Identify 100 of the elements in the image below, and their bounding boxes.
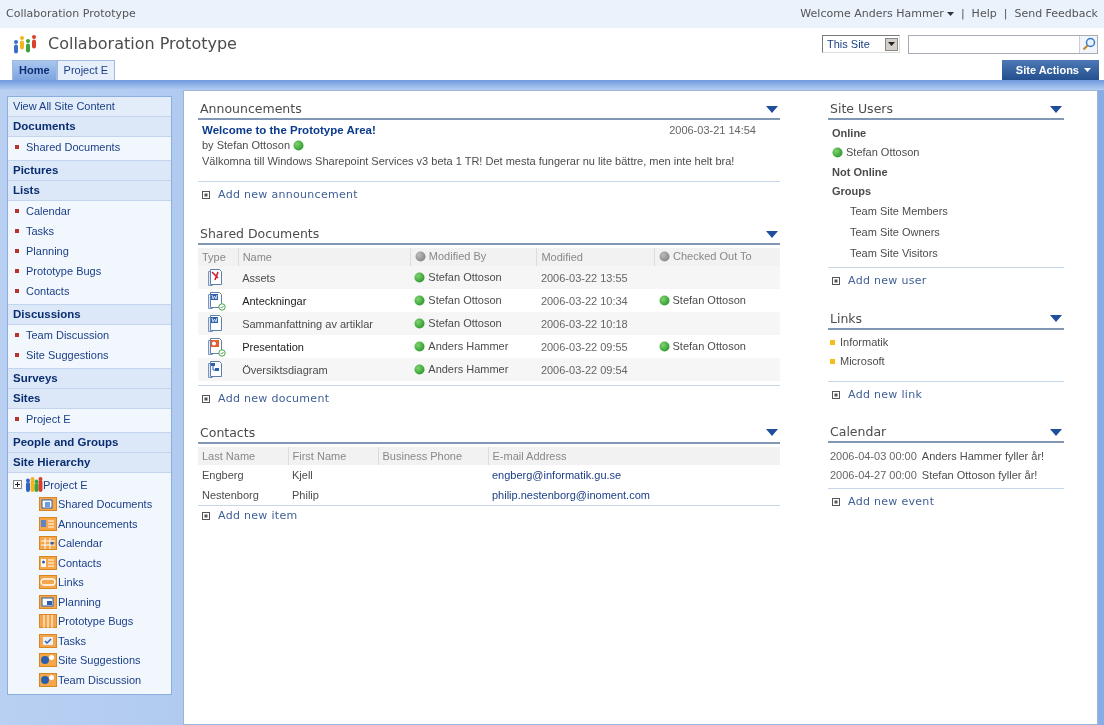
view-all-link[interactable]: View All Site Content bbox=[8, 97, 171, 117]
top-link[interactable]: Help bbox=[971, 6, 997, 22]
site-actions-button[interactable]: Site Actions bbox=[1001, 60, 1099, 80]
modified-date: 2006-03-22 10:34 bbox=[536, 289, 655, 313]
presence-icon bbox=[832, 146, 843, 158]
tree-item[interactable]: Tasks bbox=[58, 633, 87, 648]
contact-link[interactable]: Engberg bbox=[202, 468, 244, 481]
bullet-icon bbox=[15, 289, 19, 293]
announcement-body: Välkomna till Windows Sharepoint Services v3 beta 1 TR! Det mesta fungerar nu lite bättre, men inte helt bra! bbox=[202, 154, 736, 169]
table-cell: engberg@informatik.gu.se bbox=[488, 464, 780, 485]
add-link[interactable]: Add new document bbox=[218, 392, 330, 407]
dropdown-arrow-icon bbox=[1050, 428, 1062, 436]
nav-item[interactable]: Shared Documents bbox=[8, 137, 171, 157]
link-item[interactable]: Informatik bbox=[840, 335, 889, 350]
contact-list-icon bbox=[39, 555, 57, 570]
document-link[interactable]: Presentation bbox=[242, 340, 304, 353]
nav-item[interactable]: Site Suggestions bbox=[8, 345, 171, 365]
dropdown-arrow-icon bbox=[1050, 315, 1062, 323]
user-link[interactable]: Stefan Ottoson bbox=[846, 145, 920, 160]
nav-tab[interactable]: Home bbox=[12, 60, 57, 80]
bullet-icon bbox=[15, 333, 19, 337]
event-date: 2006-04-03 00:00 bbox=[830, 448, 917, 463]
tree-item[interactable]: Planning bbox=[58, 594, 101, 609]
nav-heading[interactable]: Sites bbox=[8, 389, 171, 409]
nav-heading[interactable]: Pictures bbox=[8, 161, 171, 181]
user-link[interactable]: Anders Hammer bbox=[428, 338, 509, 354]
presence-icon bbox=[414, 294, 426, 306]
bullet-icon bbox=[830, 358, 835, 364]
user-link[interactable]: Stefan Ottoson bbox=[672, 338, 746, 354]
expand-icon[interactable] bbox=[13, 480, 22, 490]
group-link[interactable]: Team Site Owners bbox=[850, 224, 940, 239]
add-icon bbox=[832, 390, 840, 399]
table-cell-text: Philip bbox=[291, 487, 320, 503]
nav-heading[interactable]: Documents bbox=[8, 117, 171, 137]
group-link[interactable]: Team Site Visitors bbox=[850, 245, 938, 260]
add-icon bbox=[202, 512, 210, 520]
event-link[interactable]: Anders Hammer fyller år! bbox=[921, 448, 1045, 463]
tree-item[interactable]: Contacts bbox=[58, 555, 102, 570]
bullet-icon bbox=[15, 229, 19, 233]
user-link[interactable]: Stefan Ottoson bbox=[428, 292, 502, 308]
nav-item[interactable]: Planning bbox=[8, 241, 171, 261]
calendar-icon bbox=[39, 536, 57, 551]
modified-date: 2006-03-22 13:55 bbox=[536, 266, 655, 290]
tree-item[interactable]: Links bbox=[58, 575, 84, 590]
add-link[interactable]: Add new event bbox=[848, 495, 935, 510]
dropdown-arrow-icon bbox=[766, 105, 778, 113]
nav-heading[interactable]: Surveys bbox=[8, 369, 171, 389]
event-date: 2006-04-27 00:00 bbox=[830, 467, 917, 482]
nav-item[interactable]: Project E bbox=[8, 409, 171, 429]
section-title: Calendar bbox=[830, 424, 887, 441]
link-item[interactable]: Microsoft bbox=[840, 354, 885, 369]
section-title: Shared Documents bbox=[200, 226, 320, 243]
add-icon bbox=[202, 190, 210, 199]
contact-link[interactable]: Nestenborg bbox=[202, 488, 259, 501]
tree-item[interactable]: Prototype Bugs bbox=[58, 614, 134, 629]
announcement-title[interactable]: Welcome to the Prototype Area! bbox=[202, 123, 376, 139]
bullet-icon bbox=[15, 269, 19, 273]
scope-dropdown[interactable]: This Site bbox=[822, 35, 900, 53]
author-link[interactable]: Stefan Ottoson bbox=[216, 138, 290, 153]
user-link[interactable]: Stefan Ottoson bbox=[672, 292, 746, 308]
add-link[interactable]: Add new item bbox=[218, 508, 298, 524]
nav-item[interactable]: Calendar bbox=[8, 201, 171, 221]
nav-item[interactable]: Prototype Bugs bbox=[8, 261, 171, 281]
event-link[interactable]: Stefan Ottoson fyller år! bbox=[921, 467, 1038, 482]
modified-date: 2006-03-22 10:18 bbox=[536, 312, 655, 336]
bullet-icon bbox=[15, 353, 19, 357]
status-heading: Not Online bbox=[831, 164, 889, 180]
nav-tab[interactable]: Project E bbox=[56, 60, 116, 80]
welcome-menu[interactable]: Welcome Anders Hammer bbox=[800, 6, 954, 22]
tree-item[interactable]: Project E bbox=[43, 477, 88, 492]
nav-heading[interactable]: Lists bbox=[8, 181, 171, 201]
group-link[interactable]: Team Site Members bbox=[850, 203, 948, 218]
presence-icon bbox=[414, 271, 426, 283]
nav-heading[interactable]: Site Hierarchy bbox=[8, 453, 171, 473]
add-link[interactable]: Add new link bbox=[848, 387, 923, 403]
link-icon bbox=[39, 575, 57, 590]
tree-item[interactable]: Site Suggestions bbox=[58, 653, 141, 668]
section-title: Site Users bbox=[830, 101, 893, 118]
bullet-icon bbox=[15, 209, 19, 213]
modified-date: 2006-03-22 09:55 bbox=[536, 335, 655, 359]
tree-item[interactable]: Calendar bbox=[58, 536, 103, 551]
top-link[interactable]: Send Feedback bbox=[1014, 6, 1098, 22]
nav-item[interactable]: Tasks bbox=[8, 221, 171, 241]
nav-item[interactable]: Contacts bbox=[8, 281, 171, 301]
groups-heading: Groups bbox=[831, 183, 873, 199]
tree-item[interactable]: Shared Documents bbox=[58, 497, 153, 512]
nav-item[interactable]: Team Discussion bbox=[8, 325, 171, 345]
nav-heading[interactable]: Discussions bbox=[8, 305, 171, 325]
site-breadcrumb[interactable]: Collaboration Prototype bbox=[6, 6, 136, 22]
document-link[interactable]: Anteckningar bbox=[242, 294, 307, 307]
presence-icon bbox=[658, 294, 670, 306]
add-link[interactable]: Add new announcement bbox=[218, 187, 358, 203]
nav-heading[interactable]: People and Groups bbox=[8, 433, 171, 453]
people-logo-icon bbox=[12, 33, 38, 55]
add-link[interactable]: Add new user bbox=[848, 274, 927, 289]
tree-item[interactable]: Team Discussion bbox=[58, 672, 142, 687]
document-link[interactable]: Assets bbox=[242, 271, 276, 284]
tree-item[interactable]: Announcements bbox=[58, 516, 138, 531]
folder-icon bbox=[39, 497, 57, 512]
dropdown-arrow-icon bbox=[1050, 105, 1062, 113]
